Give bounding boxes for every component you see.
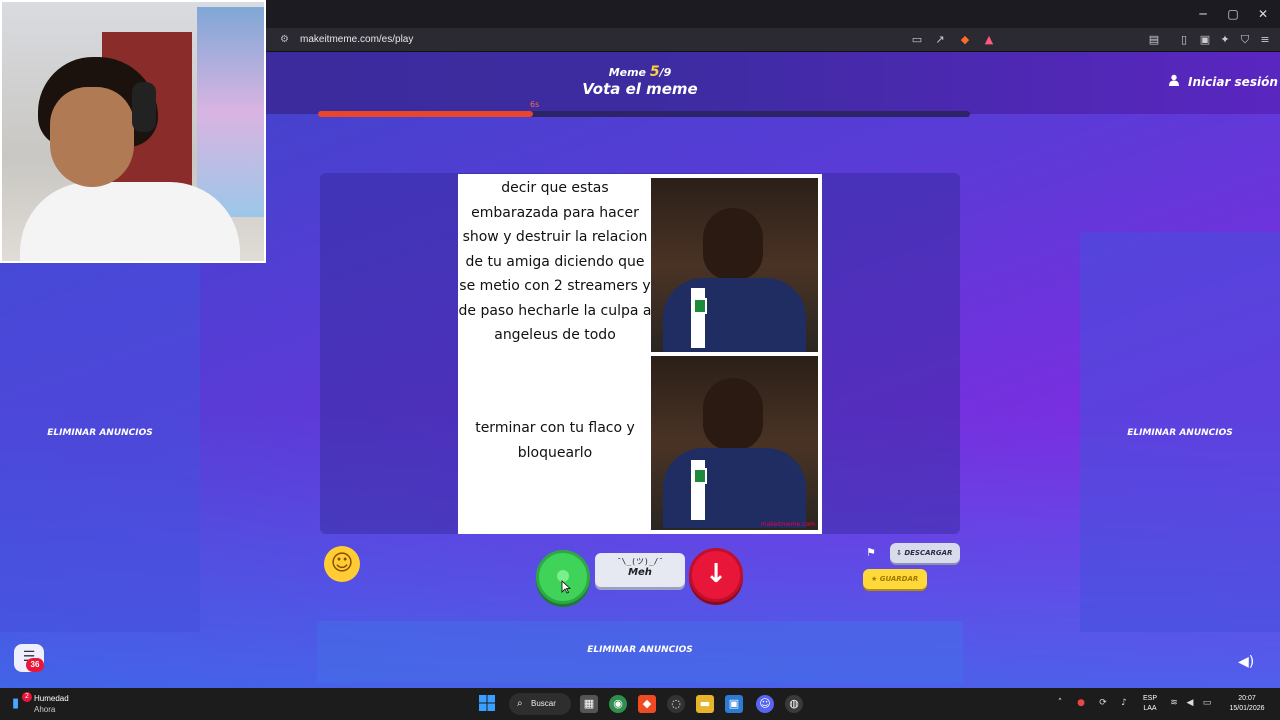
share-icon[interactable]: ↗	[931, 31, 949, 49]
webcam-overlay	[0, 0, 266, 263]
meme-photo-bottom: makeitmeme.com	[651, 356, 818, 530]
ad-panel-bottom: ELIMINAR ANUNCIOS	[317, 621, 963, 683]
vpn-icon[interactable]: ⛉	[1236, 31, 1254, 49]
sidebar-icon[interactable]: ▯	[1175, 31, 1193, 49]
discord-icon[interactable]: ☺	[756, 695, 774, 713]
cast-icon[interactable]: ▭	[908, 31, 926, 49]
meh-label: Meh	[628, 567, 652, 578]
tray-overflow-icon[interactable]: ˄	[1054, 698, 1066, 710]
login-button[interactable]: Iniciar sesión	[1168, 74, 1278, 89]
language-bottom: LAA	[1143, 705, 1157, 712]
wifi-icon[interactable]: ≋	[1168, 698, 1180, 710]
timer-fill	[318, 111, 533, 117]
sync-icon[interactable]: ⟳	[1097, 698, 1109, 710]
date: 15/01/2026	[1229, 705, 1265, 712]
close-window-button[interactable]: ✕	[1248, 4, 1278, 24]
round-current: 5	[649, 64, 660, 80]
language-indicator[interactable]: ESP LAA	[1138, 694, 1162, 714]
leo-ai-icon[interactable]: ✦	[1216, 31, 1234, 49]
brave-icon[interactable]: ◆	[638, 695, 656, 713]
meh-button[interactable]: ¯\_(ツ)_/¯ Meh	[595, 553, 685, 587]
login-label: Iniciar sesión	[1188, 75, 1278, 89]
weather-subtitle: Ahora	[34, 705, 56, 714]
download-label: DESCARGAR	[904, 549, 953, 557]
maximize-button[interactable]: ▢	[1218, 4, 1248, 24]
microphone-icon[interactable]: ♪	[1118, 698, 1130, 710]
vote-up-button[interactable]	[536, 550, 590, 604]
meme-caption-top: decir que estas embarazada para hacer sh…	[458, 180, 652, 343]
brave-shields-icon[interactable]: ◆	[956, 31, 974, 49]
time: 20:07	[1238, 695, 1256, 702]
remove-ads-link-left[interactable]: ELIMINAR ANUNCIOS	[0, 428, 200, 438]
search-icon: ⌕	[517, 698, 523, 709]
vote-down-button[interactable]: ↓	[689, 548, 743, 602]
chat-count-badge: 36	[26, 658, 44, 672]
mouse-cursor-icon	[561, 580, 572, 594]
remove-ads-link-right[interactable]: ELIMINAR ANUNCIOS	[1080, 428, 1280, 438]
site-settings-icon[interactable]: ⚙	[280, 30, 294, 50]
chrome-icon[interactable]: ◉	[609, 695, 627, 713]
page-title: Vota el meme	[582, 80, 698, 98]
url-text: makeitmeme.com/es/play	[300, 34, 414, 45]
url-field[interactable]: ⚙ makeitmeme.com/es/play	[280, 30, 1000, 50]
save-label: GUARDAR	[879, 575, 919, 583]
tray-app-icon[interactable]: ●	[1075, 698, 1087, 710]
wallet-icon[interactable]: ▣	[1196, 31, 1214, 49]
file-explorer-icon[interactable]: ▬	[696, 695, 714, 713]
app-circle-icon[interactable]: ◌	[667, 695, 685, 713]
shrug-text: ¯\_(ツ)_/¯	[616, 557, 664, 566]
round-total: /9	[659, 66, 672, 79]
timer-bar	[318, 111, 970, 117]
clock[interactable]: 20:07 15/01/2026	[1222, 694, 1272, 714]
start-menu-icon[interactable]	[479, 695, 497, 713]
round-counter: Meme 5/9	[600, 64, 680, 80]
search-label: Buscar	[531, 699, 556, 708]
app-icon[interactable]: ◍	[785, 695, 803, 713]
save-button[interactable]: ★ GUARDAR	[863, 569, 927, 589]
task-view-icon[interactable]: ▦	[580, 695, 598, 713]
weather-title[interactable]: Humedad	[34, 694, 69, 703]
remove-ads-link-bottom[interactable]: ELIMINAR ANUNCIOS	[317, 645, 963, 655]
ad-panel-left: ELIMINAR ANUNCIOS	[0, 232, 200, 632]
language-top: ESP	[1142, 695, 1157, 702]
store-icon[interactable]: ▣	[725, 695, 743, 713]
meme-caption-bottom: terminar con tu flaco y bloquearlo	[475, 420, 635, 461]
reader-mode-icon[interactable]: ▤	[1145, 31, 1163, 49]
emoji-reaction-button[interactable]: ☺	[324, 546, 360, 582]
weather-badge: 2	[22, 692, 32, 702]
meme-image: decir que estas embarazada para hacer sh…	[458, 174, 822, 534]
user-icon	[1168, 74, 1182, 89]
menu-icon[interactable]: ≡	[1256, 31, 1274, 49]
windows-taskbar: ▮ 2 Humedad Ahora ⌕ Buscar ▦ ◉ ◆ ◌ ▬ ▣ ☺…	[0, 688, 1280, 720]
round-prefix: Meme	[608, 66, 647, 79]
minimize-button[interactable]: ─	[1188, 4, 1218, 24]
rewards-icon[interactable]: ▲	[980, 31, 998, 49]
meme-watermark: makeitmeme.com	[760, 521, 815, 528]
taskbar-search[interactable]: ⌕ Buscar	[509, 693, 571, 715]
ad-panel-right: ELIMINAR ANUNCIOS	[1080, 232, 1280, 632]
meme-photo-top	[651, 178, 818, 352]
report-flag-icon[interactable]: ⚑	[866, 546, 878, 560]
download-button[interactable]: ⇩ DESCARGAR	[890, 543, 960, 563]
timer-label: 6s	[530, 100, 540, 109]
sound-toggle-icon[interactable]: ◀)	[1238, 654, 1258, 672]
volume-icon[interactable]: ◀	[1184, 698, 1196, 710]
battery-icon[interactable]: ▭	[1201, 698, 1213, 710]
